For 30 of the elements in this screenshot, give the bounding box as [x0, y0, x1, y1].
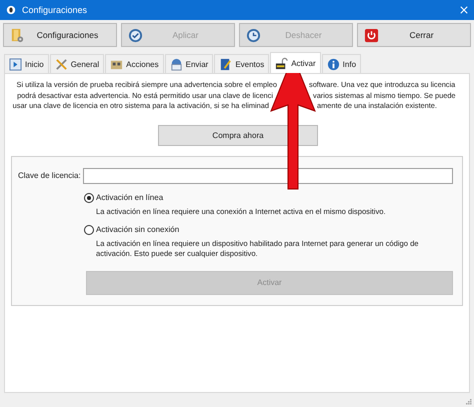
- toolbar-button[interactable]: Configuraciones: [3, 23, 117, 47]
- tab[interactable]: Acciones: [105, 54, 164, 73]
- resize-grip-icon[interactable]: [466, 399, 472, 405]
- tab[interactable]: Enviar: [164, 54, 214, 73]
- license-label: Clave de licencia:: [18, 171, 81, 180]
- folder-gear-icon: [10, 28, 25, 42]
- tab[interactable]: Activar: [270, 52, 321, 73]
- option-label: Activación en línea: [96, 193, 164, 202]
- play-icon: [9, 58, 22, 70]
- power-icon: [364, 28, 379, 42]
- close-icon[interactable]: [460, 6, 468, 14]
- radio-button[interactable]: [84, 224, 94, 234]
- option-label: Activación sin conexión: [96, 225, 180, 234]
- notepad-icon: [219, 58, 232, 70]
- app-icon: [6, 5, 16, 15]
- tab[interactable]: Inicio: [4, 54, 49, 73]
- tab[interactable]: Info: [322, 54, 362, 73]
- clock-check-icon: [128, 28, 143, 42]
- tab[interactable]: Eventos: [214, 54, 270, 73]
- toolbar-button[interactable]: Cerrar: [357, 23, 471, 47]
- tab[interactable]: General: [50, 54, 104, 73]
- clock-icon: [246, 28, 261, 42]
- window-title: Configuraciones: [22, 5, 88, 15]
- envelope-icon: [170, 58, 183, 70]
- padlock-icon: [275, 56, 288, 70]
- tools-icon: [54, 58, 68, 70]
- info-icon: [326, 58, 340, 70]
- radio-button[interactable]: [84, 192, 94, 202]
- buy-button[interactable]: Compra ahora: [158, 124, 318, 146]
- license-field[interactable]: [82, 168, 453, 184]
